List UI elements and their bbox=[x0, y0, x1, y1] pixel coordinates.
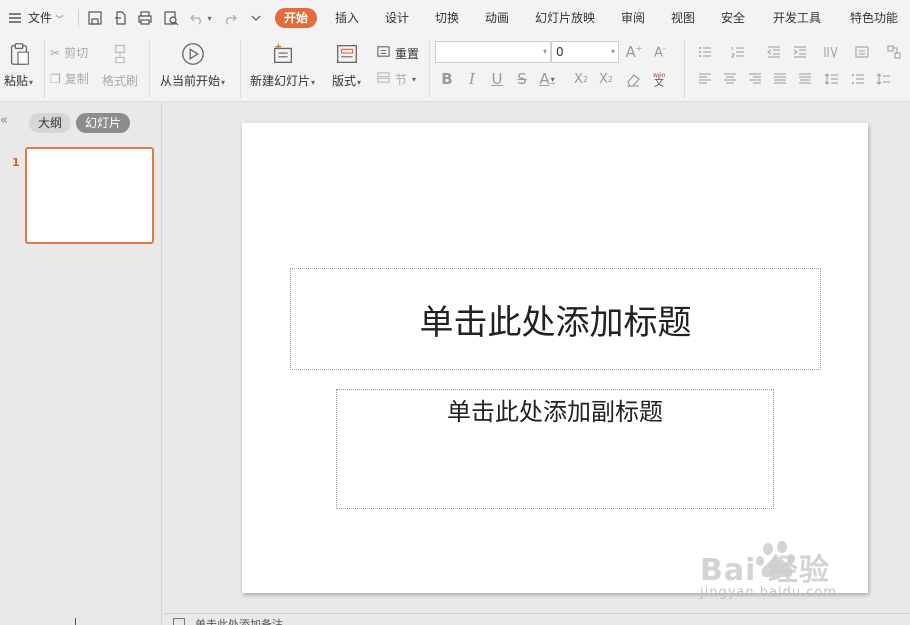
paste-button[interactable]: 粘贴▾ bbox=[4, 40, 33, 89]
title-placeholder[interactable]: 单击此处添加标题 bbox=[290, 268, 821, 370]
tab-review[interactable]: 审阅 bbox=[621, 8, 645, 28]
print-icon[interactable] bbox=[136, 8, 154, 28]
redo-icon[interactable] bbox=[221, 8, 239, 28]
numbered-list-icon[interactable] bbox=[728, 42, 748, 62]
decrease-indent-icon[interactable] bbox=[764, 42, 784, 62]
font-size-combobox[interactable]: 0 ▾ bbox=[551, 41, 619, 63]
customize-toolbar-icon[interactable] bbox=[247, 8, 265, 28]
new-slide-button[interactable]: 新建幻灯片▾ bbox=[250, 40, 315, 89]
hamburger-menu-icon[interactable] bbox=[6, 8, 24, 28]
subscript-icon[interactable]: X2 bbox=[596, 69, 616, 89]
distribute-icon[interactable] bbox=[795, 69, 815, 89]
align-text-icon[interactable] bbox=[852, 42, 872, 62]
paw-logo-icon bbox=[756, 541, 795, 577]
scissors-icon: ✂ bbox=[50, 45, 61, 60]
underline-icon[interactable]: U bbox=[487, 69, 507, 89]
baidu-jingyan-watermark: Bai 经验 jingyan.baidu.com bbox=[696, 541, 876, 607]
justify-icon[interactable] bbox=[770, 69, 790, 89]
slide-navigation-panel: « 大纲 幻灯片 1 bbox=[0, 103, 162, 625]
font-name-combobox[interactable]: ▾ bbox=[435, 41, 551, 63]
panel-resize-handle[interactable] bbox=[75, 618, 76, 625]
tab-security[interactable]: 安全 bbox=[721, 8, 745, 28]
tab-slides[interactable]: 幻灯片 bbox=[76, 113, 131, 133]
font-color-icon[interactable]: A ▾ bbox=[537, 69, 557, 89]
tab-transitions[interactable]: 切换 bbox=[435, 8, 459, 28]
text-direction-icon[interactable] bbox=[820, 42, 840, 62]
slide-editing-area: 单击此处添加标题 单击此处添加副标题 bbox=[163, 103, 910, 613]
menu-bar: 文件 ﹀ ▾ 开始 插入 设计 切换 动画 幻灯片放映 审阅 视图 安全 开发工… bbox=[0, 0, 910, 36]
notes-checkbox-icon bbox=[173, 618, 185, 625]
tab-home[interactable]: 开始 bbox=[275, 8, 318, 28]
align-center-icon[interactable] bbox=[720, 69, 740, 89]
divider bbox=[240, 40, 241, 98]
svg-text:文: 文 bbox=[654, 76, 664, 87]
play-from-current-button[interactable]: 从当前开始▾ bbox=[160, 40, 225, 89]
tab-animations[interactable]: 动画 bbox=[485, 8, 509, 28]
strikethrough-icon[interactable]: S bbox=[512, 69, 532, 89]
slide-number: 1 bbox=[12, 156, 20, 169]
layout-icon bbox=[333, 40, 361, 68]
bullet-list-icon[interactable] bbox=[695, 42, 715, 62]
columns-icon[interactable] bbox=[848, 69, 868, 89]
decrease-font-size-icon[interactable]: A- bbox=[650, 42, 670, 62]
title-placeholder-text: 单击此处添加标题 bbox=[419, 302, 692, 343]
slide-canvas[interactable]: 单击此处添加标题 单击此处添加副标题 bbox=[242, 123, 868, 593]
divider bbox=[149, 40, 150, 98]
notes-pane[interactable]: 单击此处添加备注 bbox=[163, 613, 910, 625]
chevron-down-icon: ﹀ bbox=[53, 15, 64, 24]
notes-placeholder: 单击此处添加备注 bbox=[195, 618, 283, 625]
superscript-icon[interactable]: X2 bbox=[571, 69, 591, 89]
increase-font-size-icon[interactable]: A+ bbox=[624, 42, 644, 62]
tab-insert[interactable]: 插入 bbox=[335, 8, 359, 28]
bold-icon[interactable]: B bbox=[437, 69, 457, 89]
format-painter-button[interactable]: 格式刷 bbox=[102, 40, 138, 89]
ribbon-toolbar: 粘贴▾ ✂ 剪切 ❐ 复制 格式刷 从当前开始▾ 新建幻灯片▾ 版式▾ 重置 节… bbox=[0, 36, 910, 102]
tab-view[interactable]: 视图 bbox=[671, 8, 695, 28]
tab-outline[interactable]: 大纲 bbox=[29, 113, 72, 133]
line-spacing-icon[interactable] bbox=[822, 69, 842, 89]
layout-button[interactable]: 版式▾ bbox=[332, 40, 361, 89]
cut-button[interactable]: ✂ 剪切 bbox=[50, 44, 88, 61]
copy-icon: ❐ bbox=[50, 71, 61, 86]
subtitle-placeholder-text: 单击此处添加副标题 bbox=[447, 398, 663, 426]
save-icon[interactable] bbox=[86, 8, 104, 28]
play-icon bbox=[179, 40, 207, 68]
convert-smartart-icon[interactable] bbox=[884, 42, 904, 62]
divider bbox=[429, 40, 430, 98]
watermark-url: jingyan.baidu.com bbox=[700, 585, 837, 600]
print-preview-icon[interactable] bbox=[162, 8, 180, 28]
align-left-icon[interactable] bbox=[695, 69, 715, 89]
section-button[interactable]: 节 ▾ bbox=[376, 70, 416, 88]
tab-developer[interactable]: 开发工具 bbox=[773, 8, 821, 28]
tab-slideshow[interactable]: 幻灯片放映 bbox=[535, 8, 595, 28]
reset-icon bbox=[376, 44, 391, 62]
export-pdf-icon[interactable] bbox=[111, 8, 129, 28]
divider bbox=[684, 40, 685, 98]
align-right-icon[interactable] bbox=[745, 69, 765, 89]
increase-indent-icon[interactable] bbox=[790, 42, 810, 62]
divider bbox=[44, 40, 45, 98]
phonetic-guide-icon[interactable]: wén 文 bbox=[649, 69, 669, 89]
format-painter-icon bbox=[106, 40, 134, 68]
copy-button[interactable]: ❐ 复制 bbox=[50, 70, 89, 87]
tab-special-features[interactable]: 特色功能 bbox=[850, 8, 898, 28]
italic-icon[interactable]: I bbox=[462, 69, 482, 89]
clipboard-icon bbox=[5, 40, 33, 68]
divider bbox=[78, 9, 79, 27]
file-menu[interactable]: 文件 ﹀ bbox=[28, 8, 64, 28]
eraser-icon[interactable] bbox=[623, 69, 643, 89]
slide-thumbnail[interactable] bbox=[25, 147, 154, 244]
paragraph-spacing-icon[interactable] bbox=[874, 69, 894, 89]
subtitle-placeholder[interactable]: 单击此处添加副标题 bbox=[336, 389, 774, 509]
tab-design[interactable]: 设计 bbox=[385, 8, 409, 28]
new-slide-icon bbox=[269, 40, 297, 68]
collapse-panel-icon[interactable]: « bbox=[0, 113, 12, 128]
undo-dropdown-icon[interactable]: ▾ bbox=[204, 8, 214, 28]
section-icon bbox=[376, 70, 391, 88]
reset-slide-button[interactable]: 重置 bbox=[376, 44, 419, 62]
